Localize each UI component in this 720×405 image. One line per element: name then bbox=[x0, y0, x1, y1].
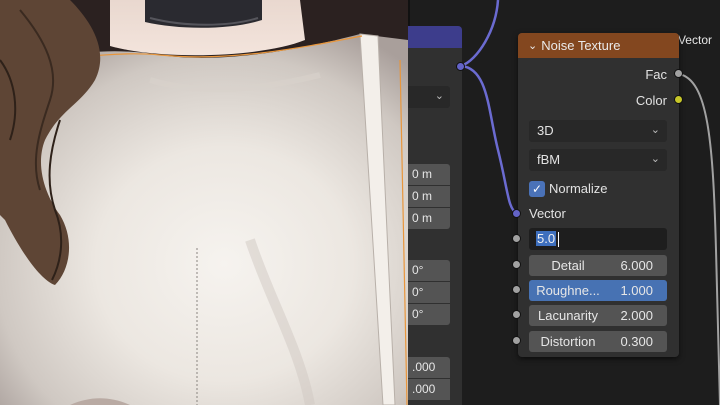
color-output-socket[interactable] bbox=[674, 95, 683, 104]
mapping-node-header[interactable] bbox=[408, 26, 462, 48]
noise-texture-title: Noise Texture bbox=[541, 38, 621, 53]
rotation-z-field[interactable]: 0° bbox=[408, 304, 450, 325]
distortion-field[interactable]: Distortion 0.300 bbox=[529, 331, 667, 352]
color-output-label: Color bbox=[635, 93, 667, 108]
chevron-down-icon: ⌄ bbox=[650, 153, 660, 165]
mapping-node[interactable]: ⌄ 0 m 0 m 0 m 0° 0° 0° .000 .000 bbox=[408, 26, 462, 405]
detail-value: 6.000 bbox=[620, 258, 653, 273]
roughness-input-socket[interactable] bbox=[512, 285, 521, 294]
viewport-render bbox=[0, 0, 408, 405]
detail-field[interactable]: Detail 6.000 bbox=[529, 255, 667, 276]
distortion-value: 0.300 bbox=[620, 334, 653, 349]
lacunarity-value: 2.000 bbox=[620, 308, 653, 323]
checkmark-icon[interactable]: ✓ bbox=[529, 181, 545, 197]
scale-y-field[interactable]: .000 bbox=[408, 379, 450, 400]
scale-input-value: 5.0 bbox=[536, 231, 557, 246]
wire-vector-to-noise bbox=[460, 64, 518, 215]
wire-vector-upper bbox=[460, 0, 500, 68]
distortion-label: Distortion bbox=[540, 334, 596, 349]
scale-input[interactable]: 5.0 bbox=[529, 228, 667, 250]
wire-fac-out bbox=[678, 73, 720, 405]
lacunarity-label: Lacunarity bbox=[538, 308, 598, 323]
mapping-vector-output-socket[interactable] bbox=[456, 62, 465, 71]
noise-type-dropdown[interactable]: fBM ⌄ bbox=[529, 149, 667, 171]
distortion-input-socket[interactable] bbox=[512, 336, 521, 345]
normalize-label: Normalize bbox=[549, 181, 608, 196]
chevron-down-icon[interactable]: ⌄ bbox=[528, 39, 537, 52]
location-y-field[interactable]: 0 m bbox=[408, 186, 450, 207]
detail-input-socket[interactable] bbox=[512, 260, 521, 269]
vector-input-label: Vector bbox=[529, 206, 566, 221]
vector-input-socket[interactable] bbox=[512, 209, 521, 218]
3d-viewport[interactable] bbox=[0, 0, 408, 405]
text-cursor bbox=[558, 232, 559, 247]
shader-node-editor[interactable]: ⌄ 0 m 0 m 0 m 0° 0° 0° .000 .000 Vector … bbox=[408, 0, 720, 405]
lacunarity-field[interactable]: Lacunarity 2.000 bbox=[529, 305, 667, 326]
rotation-y-field[interactable]: 0° bbox=[408, 282, 450, 303]
chevron-down-icon: ⌄ bbox=[434, 89, 444, 102]
noise-texture-node[interactable]: ⌄ Noise Texture Fac Color 3D ⌄ fBM ⌄ ✓ No… bbox=[518, 33, 679, 357]
fac-output-label: Fac bbox=[645, 67, 667, 82]
mapping-vector-output-label: Vector bbox=[677, 33, 712, 47]
lacunarity-input-socket[interactable] bbox=[512, 310, 521, 319]
noise-type-value: fBM bbox=[537, 152, 561, 167]
fac-output-socket[interactable] bbox=[674, 69, 683, 78]
rotation-x-field[interactable]: 0° bbox=[408, 260, 450, 281]
location-x-field[interactable]: 0 m bbox=[408, 164, 450, 185]
dimensions-value: 3D bbox=[537, 123, 554, 138]
detail-label: Detail bbox=[551, 258, 585, 273]
roughness-label: Roughne... bbox=[536, 283, 600, 298]
location-z-field[interactable]: 0 m bbox=[408, 208, 450, 229]
scale-input-socket[interactable] bbox=[512, 234, 521, 243]
roughness-field[interactable]: Roughne... 1.000 bbox=[529, 280, 667, 301]
dimensions-dropdown[interactable]: 3D ⌄ bbox=[529, 120, 667, 142]
mapping-type-dropdown[interactable]: ⌄ bbox=[408, 86, 450, 108]
scale-x-field[interactable]: .000 bbox=[408, 357, 450, 378]
roughness-value: 1.000 bbox=[620, 283, 653, 298]
noise-texture-header[interactable]: ⌄ Noise Texture bbox=[518, 33, 679, 58]
chevron-down-icon: ⌄ bbox=[650, 124, 660, 136]
